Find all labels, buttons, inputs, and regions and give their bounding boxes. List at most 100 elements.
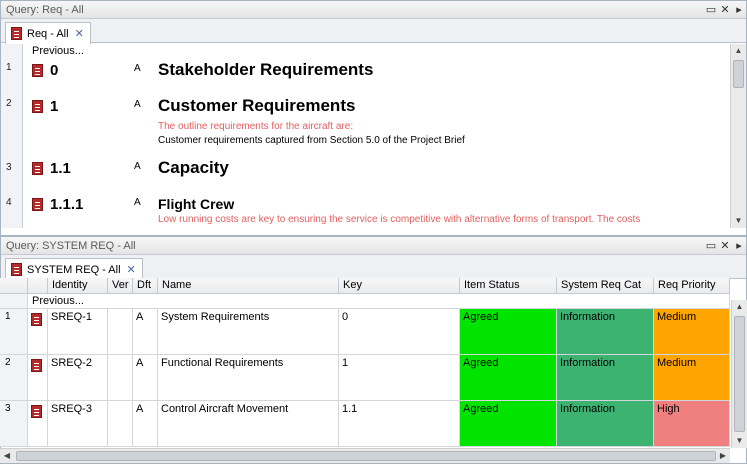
scroll-right-icon[interactable]: ▶ xyxy=(716,449,730,463)
requirement-doc-icon xyxy=(31,313,42,326)
icon-cell[interactable] xyxy=(28,309,48,355)
vertical-scrollbar[interactable]: ▲ ▼ xyxy=(730,44,746,228)
scroll-thumb[interactable] xyxy=(734,316,745,432)
close-tab-icon[interactable]: ✕ xyxy=(127,263,136,276)
cell-key[interactable]: 1.1 xyxy=(339,401,460,447)
previous-link[interactable]: Previous... xyxy=(32,45,84,57)
entry-level: 1.1 xyxy=(50,160,71,177)
requirement-doc-icon xyxy=(32,64,43,77)
tab-label: SYSTEM REQ - All xyxy=(27,263,121,276)
row-gutter: 1 2 3 4 xyxy=(1,44,23,228)
scroll-down-icon[interactable]: ▼ xyxy=(731,214,746,228)
panel-title: Query: Req - All xyxy=(6,3,84,16)
close-icon[interactable]: ✕ xyxy=(718,3,732,16)
close-tab-icon[interactable]: ✕ xyxy=(75,27,84,40)
cell-dft[interactable]: A xyxy=(133,355,158,401)
scroll-right-icon[interactable]: ▸ xyxy=(732,3,746,16)
requirements-grid[interactable]: Identity Ver Dft Name Key Item Status Sy… xyxy=(0,278,730,448)
requirement-doc-icon xyxy=(11,27,22,40)
restore-icon[interactable]: ▭ xyxy=(704,239,718,252)
tab-label: Req - All xyxy=(27,27,69,40)
cell-system-req-cat[interactable]: Information xyxy=(557,401,654,447)
panel-title-bar: Query: Req - All ▭ ✕ ▸ xyxy=(1,1,746,19)
icon-cell[interactable] xyxy=(28,355,48,401)
cell-key[interactable]: 1 xyxy=(339,355,460,401)
entry-title: Flight Crew xyxy=(158,196,235,212)
entry-level: 1 xyxy=(50,98,59,115)
row-number: 1 xyxy=(0,309,28,355)
document-view[interactable]: 1 2 3 4 Previous... 0 A Stakeholder Requ… xyxy=(1,44,729,228)
cell-identity[interactable]: SREQ-3 xyxy=(48,401,108,447)
tab-req-all[interactable]: Req - All ✕ xyxy=(5,22,91,44)
row-number: 3 xyxy=(0,401,28,447)
scroll-right-icon[interactable]: ▸ xyxy=(732,239,746,252)
column-header-ver[interactable]: Ver xyxy=(108,278,133,294)
requirement-doc-icon xyxy=(32,162,43,175)
row-number: 2 xyxy=(6,98,12,109)
cell-item-status[interactable]: Agreed xyxy=(460,309,557,355)
entry-level: 0 xyxy=(50,62,59,79)
column-header-key[interactable]: Key xyxy=(339,278,460,294)
scroll-left-icon[interactable]: ◀ xyxy=(0,449,14,463)
entry-title: Stakeholder Requirements xyxy=(158,60,374,79)
entry-flag: A xyxy=(134,161,141,172)
requirement-doc-icon xyxy=(11,263,22,276)
scroll-up-icon[interactable]: ▲ xyxy=(731,44,746,58)
entry-level: 1.1.1 xyxy=(50,196,84,213)
tab-strip: Req - All ✕ xyxy=(1,19,746,44)
entry-description: Customer requirements captured from Sect… xyxy=(158,135,465,146)
gutter-cell xyxy=(0,294,28,309)
column-header-dft[interactable]: Dft xyxy=(133,278,158,294)
cell-ver[interactable] xyxy=(108,355,133,401)
panel-title-bar: Query: SYSTEM REQ - All ▭ ✕ ▸ xyxy=(1,237,746,255)
cell-ver[interactable] xyxy=(108,401,133,447)
scroll-thumb[interactable] xyxy=(16,451,716,461)
cell-req-priority[interactable]: Medium xyxy=(654,309,730,355)
previous-link[interactable]: Previous... xyxy=(28,294,730,309)
cell-identity[interactable]: SREQ-2 xyxy=(48,355,108,401)
cell-key[interactable]: 0 xyxy=(339,309,460,355)
column-header-identity[interactable]: Identity xyxy=(48,278,108,294)
entry-flag: A xyxy=(134,197,141,208)
cell-system-req-cat[interactable]: Information xyxy=(557,309,654,355)
cell-item-status[interactable]: Agreed xyxy=(460,401,557,447)
column-header-item-status[interactable]: Item Status xyxy=(460,278,557,294)
scroll-thumb[interactable] xyxy=(733,60,744,88)
requirement-doc-icon xyxy=(32,198,43,211)
requirement-doc-icon xyxy=(31,359,42,372)
icon-column-header xyxy=(28,278,48,294)
cell-identity[interactable]: SREQ-1 xyxy=(48,309,108,355)
column-header-system-req-cat[interactable]: System Req Cat xyxy=(557,278,654,294)
cell-name[interactable]: Control Aircraft Movement xyxy=(158,401,339,447)
cell-req-priority[interactable]: High xyxy=(654,401,730,447)
req-all-panel: Query: Req - All ▭ ✕ ▸ Req - All ✕ 1 2 3… xyxy=(0,0,747,236)
column-header-name[interactable]: Name xyxy=(158,278,339,294)
entry-flag: A xyxy=(134,63,141,74)
tab-strip: SYSTEM REQ - All ✕ xyxy=(1,255,746,280)
entry-title: Capacity xyxy=(158,158,229,177)
cell-dft[interactable]: A xyxy=(133,309,158,355)
entry-title: Customer Requirements xyxy=(158,96,356,115)
grid-horizontal-scrollbar[interactable]: ◀ ▶ xyxy=(0,448,730,463)
restore-icon[interactable]: ▭ xyxy=(704,3,718,16)
cell-name[interactable]: Functional Requirements xyxy=(158,355,339,401)
entry-flag: A xyxy=(134,99,141,110)
scroll-up-icon[interactable]: ▲ xyxy=(732,300,747,314)
grid-vertical-scrollbar[interactable]: ▲ ▼ xyxy=(731,300,747,448)
cell-ver[interactable] xyxy=(108,309,133,355)
tab-system-req-all[interactable]: SYSTEM REQ - All ✕ xyxy=(5,258,143,280)
cell-system-req-cat[interactable]: Information xyxy=(557,355,654,401)
row-number: 3 xyxy=(6,162,12,173)
cell-dft[interactable]: A xyxy=(133,401,158,447)
cell-req-priority[interactable]: Medium xyxy=(654,355,730,401)
column-header-req-priority[interactable]: Req Priority xyxy=(654,278,730,294)
icon-cell[interactable] xyxy=(28,401,48,447)
cell-name[interactable]: System Requirements xyxy=(158,309,339,355)
row-number: 2 xyxy=(0,355,28,401)
panel-title: Query: SYSTEM REQ - All xyxy=(6,239,136,252)
scroll-down-icon[interactable]: ▼ xyxy=(732,434,747,448)
cell-item-status[interactable]: Agreed xyxy=(460,355,557,401)
close-icon[interactable]: ✕ xyxy=(718,239,732,252)
entry-note: Low running costs are key to ensuring th… xyxy=(158,214,641,225)
row-number: 1 xyxy=(6,62,12,73)
